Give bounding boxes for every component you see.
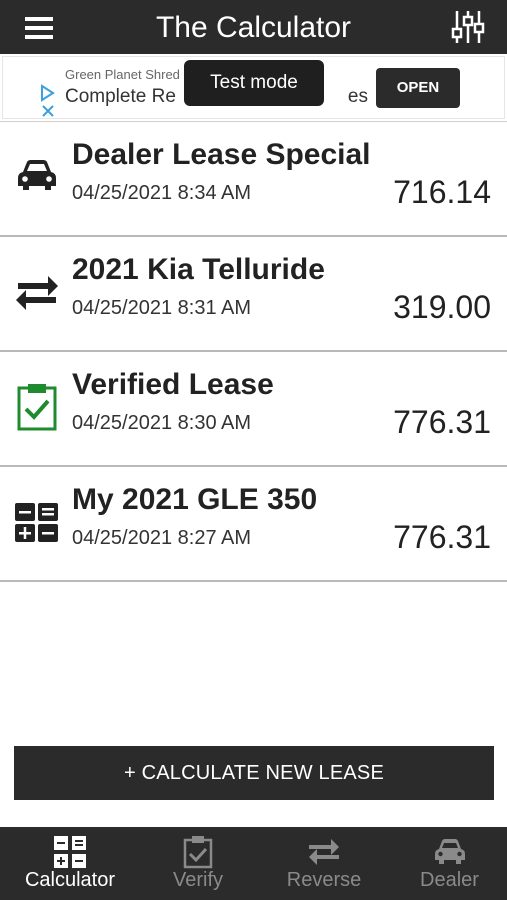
tab-verify[interactable]: Verify (140, 827, 256, 900)
lease-date: 04/25/2021 8:34 AM (72, 182, 252, 204)
calculator-icon (54, 836, 86, 868)
sliders-settings-icon[interactable] (451, 9, 485, 45)
lease-name: Verified Lease (72, 368, 274, 401)
lease-amount: 776.31 (393, 519, 491, 555)
calculate-new-lease-button[interactable]: + CALCULATE NEW LEASE (14, 746, 494, 800)
lease-date: 04/25/2021 8:27 AM (72, 527, 252, 549)
lease-name: My 2021 GLE 350 (72, 483, 318, 516)
tab-label: Reverse (286, 869, 362, 891)
ad-sponsor: Green Planet Shred (65, 67, 180, 82)
tab-reverse[interactable]: Reverse (256, 827, 392, 900)
lease-amount: 319.00 (393, 289, 491, 325)
test-mode-badge: Test mode (184, 60, 324, 106)
lease-name: Dealer Lease Special (72, 138, 371, 171)
app-header: The Calculator (0, 0, 507, 54)
calculator-icon (15, 503, 58, 542)
clipboard-check-icon (183, 836, 213, 869)
ad-choices-icon[interactable] (40, 84, 56, 118)
clipboard-check-icon (17, 384, 57, 431)
reverse-arrows-icon (309, 839, 339, 865)
reverse-arrows-icon (16, 276, 58, 310)
list-item[interactable]: Verified Lease 04/25/2021 8:30 AM 776.31 (0, 352, 507, 467)
tab-bar: Calculator Verify Reverse Dealer (0, 827, 507, 900)
ad-headline-start: Complete Re (65, 86, 176, 107)
ad-banner[interactable]: Green Planet Shred Complete Re es OPEN Te… (0, 54, 507, 122)
tab-label: Calculator (24, 869, 116, 891)
list-item[interactable]: My 2021 GLE 350 04/25/2021 8:27 AM 776.3… (0, 467, 507, 582)
tab-label: Dealer (420, 869, 479, 891)
tab-dealer[interactable]: Dealer (392, 827, 507, 900)
lease-amount: 776.31 (393, 404, 491, 440)
lease-amount: 716.14 (393, 174, 491, 210)
lease-name: 2021 Kia Telluride (72, 253, 325, 286)
ad-headline-end: es (347, 86, 368, 107)
lease-date: 04/25/2021 8:31 AM (72, 297, 252, 319)
car-icon (434, 839, 465, 864)
lease-list: Dealer Lease Special 04/25/2021 8:34 AM … (0, 122, 507, 582)
lease-date: 04/25/2021 8:30 AM (72, 412, 252, 434)
tab-label: Verify (172, 869, 224, 891)
ad-open-button[interactable]: OPEN (376, 68, 460, 108)
page-title: The Calculator (155, 11, 352, 44)
car-icon (18, 160, 56, 190)
tab-calculator[interactable]: Calculator (0, 827, 140, 900)
list-item[interactable]: 2021 Kia Telluride 04/25/2021 8:31 AM 31… (0, 237, 507, 352)
list-item[interactable]: Dealer Lease Special 04/25/2021 8:34 AM … (0, 122, 507, 237)
